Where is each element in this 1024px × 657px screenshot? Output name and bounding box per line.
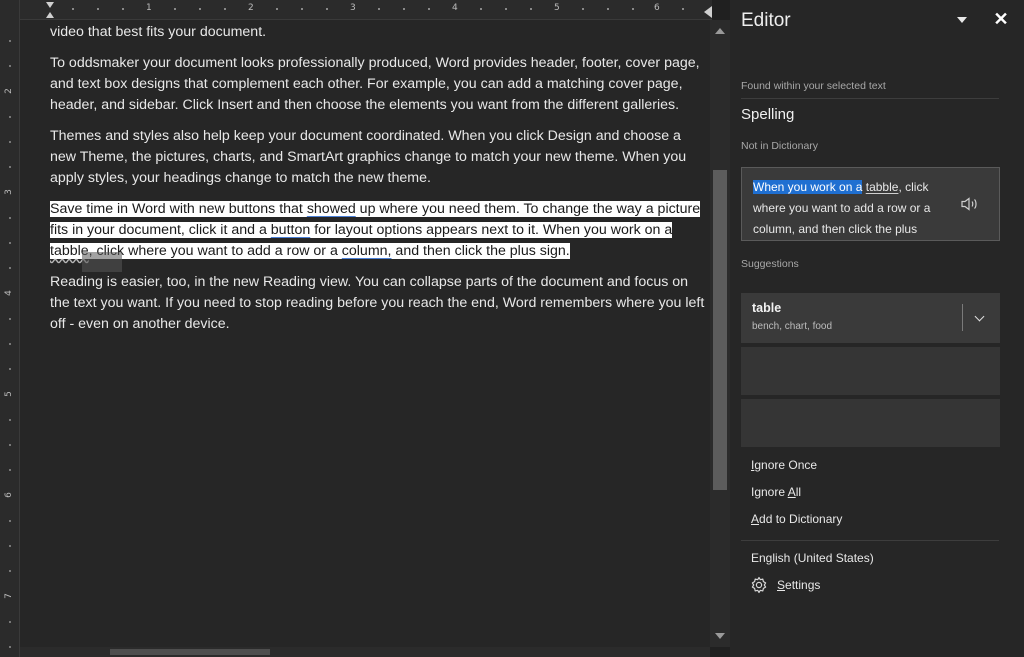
grammar-flag-column[interactable]: column, [342,243,392,259]
ruler-number: 2 [248,3,254,13]
selected-paragraph[interactable]: Save time in Word with new buttons that … [50,199,710,262]
horizontal-scrollbar[interactable] [20,647,710,657]
ruler-number: 3 [350,3,356,13]
word-window: 2 3 4 5 6 7 1 2 3 4 5 6 video that best … [0,0,1024,657]
add-to-dictionary-button[interactable]: Add to Dictionary [751,512,842,526]
horizontal-scroll-thumb[interactable] [110,649,270,655]
card-divider [962,304,963,331]
ignore-once-button[interactable]: Ignore Once [751,458,817,472]
document-body[interactable]: video that best fits your document. To o… [50,22,710,345]
context-highlight: When you work on a [753,180,863,194]
ruler-number: 4 [3,290,14,296]
paragraph[interactable]: video that best fits your document. [50,22,710,43]
selected-text[interactable]: Save time in Word with new buttons that … [50,201,701,259]
context-error-word: tabble [865,180,899,194]
grammar-flag-button[interactable]: button [271,222,310,238]
suggestions-label: Suggestions [741,258,799,270]
grammar-flag-showed[interactable]: showed [307,201,356,217]
found-within-label: Found within your selected text [741,80,886,92]
close-icon[interactable]: ✕ [992,9,1010,29]
horizontal-ruler: 1 2 3 4 5 6 [20,0,712,20]
ruler-number: 5 [3,391,14,397]
read-aloud-speaker-icon[interactable] [960,196,980,212]
error-highlight-marker [82,252,122,272]
suggestion-card[interactable]: table bench, chart, food [741,293,1000,343]
context-text: When you work on a tabble, click where y… [753,177,953,240]
settings-label[interactable]: Settings [777,578,820,592]
ruler-number: 6 [3,492,14,498]
pane-title: Editor [741,10,791,31]
suggestion-placeholder [741,399,1000,447]
scroll-down-arrow-icon[interactable] [715,633,725,639]
scroll-up-arrow-icon[interactable] [715,28,725,34]
issue-subcategory: Not in Dictionary [741,140,819,152]
context-box: When you work on a tabble, click where y… [741,167,1000,241]
suggestion-word[interactable]: table [752,301,781,315]
proofing-language[interactable]: English (United States) [751,551,874,565]
divider [741,540,999,541]
scroll-thumb[interactable] [713,170,727,490]
divider [741,98,999,99]
right-indent-marker[interactable] [704,6,712,18]
chevron-down-icon[interactable] [969,306,993,330]
issue-category: Spelling [741,106,795,123]
vertical-ruler: 2 3 4 5 6 7 [0,0,20,657]
suggestion-placeholder [741,347,1000,395]
ruler-number: 2 [3,88,14,94]
hanging-indent-marker[interactable] [46,12,54,18]
paragraph[interactable]: To oddsmaker your document looks profess… [50,53,710,116]
document-page[interactable]: video that best fits your document. To o… [20,20,710,647]
suggestion-synonyms: bench, chart, food [752,321,833,332]
editor-pane: Editor ✕ Found within your selected text… [730,0,1024,657]
vertical-scrollbar[interactable] [710,20,730,647]
paragraph[interactable]: Reading is easier, too, in the new Readi… [50,272,710,335]
ruler-number: 4 [452,3,458,13]
ruler-number: 6 [654,3,660,13]
first-line-indent-marker[interactable] [46,2,54,8]
pane-options-dropdown-icon[interactable] [954,14,970,26]
gear-icon [751,576,767,594]
ruler-number: 3 [3,189,14,195]
ignore-all-button[interactable]: Ignore All [751,485,801,499]
ruler-number: 7 [3,593,14,599]
ruler-number: 5 [554,3,560,13]
ruler-number: 1 [146,3,152,13]
paragraph[interactable]: Themes and styles also help keep your do… [50,126,710,189]
